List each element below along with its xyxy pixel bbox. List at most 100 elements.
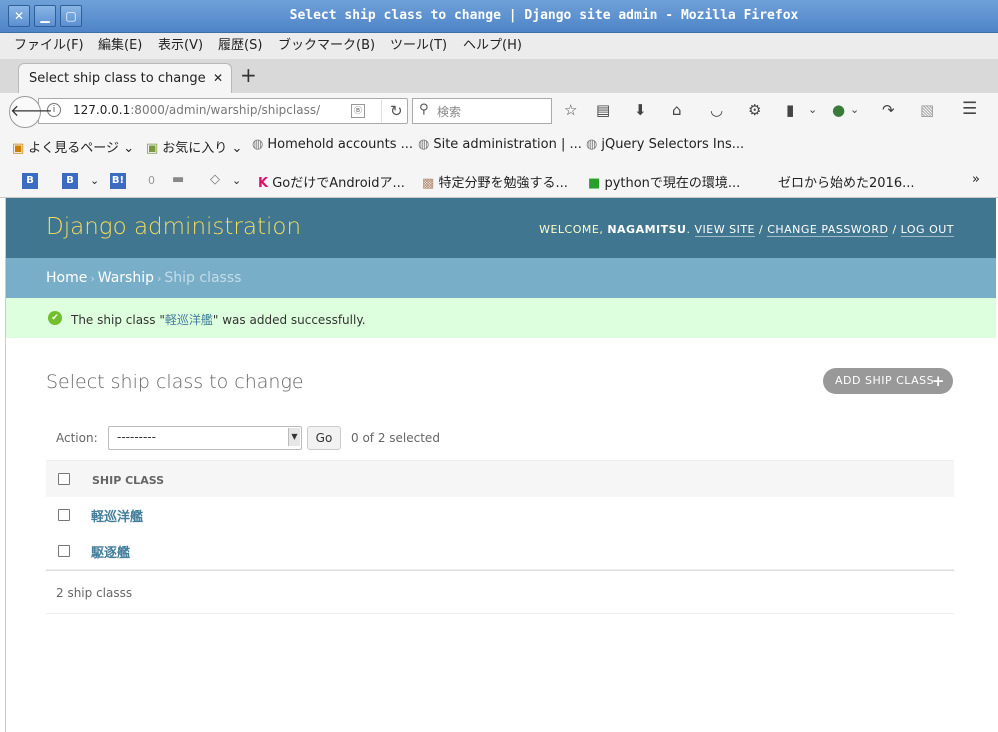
sync-icon[interactable]: ↷: [882, 101, 895, 119]
chevron-down-icon[interactable]: ⌄: [90, 174, 99, 187]
add-ship-class-button[interactable]: ADD SHIP CLASS +: [823, 368, 953, 394]
success-check-icon: ✔: [48, 311, 62, 325]
bookmarks-toolbar: ▣ よく見るページ ⌄ ▣ お気に入り ⌄ ◍ Homehold accounts .…: [0, 129, 998, 163]
add-button-label: ADD SHIP CLASS: [835, 374, 935, 387]
table-row: 軽巡洋艦: [46, 497, 954, 534]
user-tools: WELCOME, NAGAMITSU. VIEW SITE / CHANGE P…: [539, 223, 954, 237]
search-input[interactable]: ⚲ 検索: [412, 98, 552, 124]
bookmark-go-android[interactable]: K GoだけでAndroidア...: [258, 172, 405, 191]
comment-icon[interactable]: ▬: [172, 172, 184, 187]
folder-icon: ▣: [12, 141, 25, 156]
bookmark-study[interactable]: ▩ 特定分野を勉強する...: [422, 172, 568, 191]
select-all-checkbox[interactable]: [58, 473, 70, 485]
menu-tools[interactable]: ツール(T): [390, 33, 447, 59]
breadcrumb-app[interactable]: Warship: [98, 270, 154, 286]
search-placeholder: 検索: [437, 105, 462, 119]
search-icon: ⚲: [419, 102, 429, 117]
select-arrow-icon: ▼: [288, 428, 300, 446]
window-minimize-icon[interactable]: ▁: [34, 5, 56, 27]
breadcrumb-home[interactable]: Home: [46, 270, 87, 286]
chevron-down-icon[interactable]: ⌄: [850, 103, 859, 116]
extension-icon[interactable]: ⚙: [748, 101, 761, 119]
home-icon[interactable]: ⌂: [672, 101, 682, 119]
django-header: Django administration WELCOME, NAGAMITSU…: [6, 198, 996, 258]
pocket-icon[interactable]: ◡: [710, 101, 723, 119]
tab-active[interactable]: Select ship class to change | Django sit…: [18, 63, 232, 94]
tag-icon[interactable]: ◇: [210, 172, 220, 187]
table-row: 駆逐艦: [46, 533, 954, 570]
site-branding[interactable]: Django administration: [46, 214, 301, 240]
new-tab-icon[interactable]: +: [240, 63, 257, 87]
result-count: 2 ship classs: [56, 586, 133, 600]
chevron-down-icon[interactable]: ⌄: [232, 174, 241, 187]
go-button[interactable]: Go: [307, 426, 341, 450]
tab-label: Select ship class to change | Django sit…: [29, 71, 207, 86]
bookmark-household[interactable]: ◍ Homehold accounts ...: [252, 137, 413, 152]
window-titlebar: ✕ ▁ ▢ Select ship class to change | Djan…: [0, 0, 998, 33]
hatena-count: 0: [148, 174, 155, 187]
menu-history[interactable]: 履歴(S): [218, 33, 262, 59]
bookmark-favorites[interactable]: ▣ お気に入り ⌄: [146, 137, 242, 156]
window-maximize-icon[interactable]: ▢: [60, 5, 82, 27]
menu-view[interactable]: 表示(V): [158, 33, 203, 59]
message-object-link[interactable]: 軽巡洋艦: [165, 313, 213, 327]
bookmark-python[interactable]: ■ pythonで現在の環境...: [588, 172, 740, 191]
extension-toolbar: B B ⌄ B! 0 ▬ ◇ ⌄ K GoだけでAndroidア... ▩ 特定…: [0, 163, 998, 198]
paginator: 2 ship classs: [46, 570, 954, 614]
hamburger-menu-icon[interactable]: ☰: [962, 99, 977, 119]
change-password-link[interactable]: CHANGE PASSWORD: [767, 223, 889, 237]
action-select[interactable]: --------- ▼: [108, 426, 302, 450]
folder-icon: ▣: [146, 141, 159, 156]
globe-icon: ◍: [252, 137, 264, 152]
breadcrumb-separator: ›: [90, 272, 95, 285]
globe-icon: ◍: [586, 137, 598, 152]
clipboard-icon[interactable]: ▮: [786, 101, 794, 119]
chevron-down-icon: ⌄: [123, 141, 135, 156]
menu-edit[interactable]: 編集(E): [98, 33, 142, 59]
tab-strip: Select ship class to change | Django sit…: [0, 59, 998, 94]
bookmarks-list-icon[interactable]: ▤: [596, 101, 610, 119]
overflow-chevron-icon[interactable]: »: [972, 172, 980, 187]
url-text[interactable]: 127.0.0.1:8000/admin/warship/shipclass/: [73, 103, 320, 117]
username: NAGAMITSU: [607, 223, 687, 236]
breadcrumb-current: Ship classs: [164, 270, 242, 286]
view-site-link[interactable]: VIEW SITE: [694, 223, 755, 237]
reload-icon[interactable]: ↻: [381, 100, 403, 122]
breadcrumb-separator: ›: [156, 272, 162, 285]
reader-view-icon[interactable]: Ⓑ: [351, 104, 365, 118]
hatena-add-icon[interactable]: B: [62, 172, 78, 189]
tab-close-icon[interactable]: ✕: [213, 71, 223, 85]
bookmark-jquery[interactable]: ◍ jQuery Selectors Ins...: [586, 137, 744, 152]
plus-icon: +: [931, 372, 945, 390]
selection-counter: 0 of 2 selected: [351, 431, 440, 445]
row-checkbox[interactable]: [58, 509, 70, 521]
bookmark-star-icon[interactable]: ☆: [564, 101, 577, 119]
downloads-icon[interactable]: ⬇: [634, 101, 647, 119]
bookmark-zero[interactable]: ゼロから始めた2016...: [778, 172, 914, 191]
site-k-icon: K: [258, 176, 269, 191]
column-header-ship-class[interactable]: SHIP CLASS: [92, 474, 164, 487]
menu-bookmarks[interactable]: ブックマーク(B): [278, 33, 375, 59]
window-close-icon[interactable]: ✕: [8, 5, 30, 27]
menu-help[interactable]: ヘルプ(H): [463, 33, 522, 59]
chevron-down-icon[interactable]: ⌄: [808, 103, 817, 116]
back-button[interactable]: 🡐: [9, 96, 53, 128]
hatena-bookmark-icon[interactable]: B!: [110, 172, 126, 189]
site-green-icon: ■: [588, 176, 601, 191]
chevron-down-icon: ⌄: [231, 141, 243, 156]
row-link[interactable]: 軽巡洋艦: [91, 506, 143, 525]
bookmark-site-admin[interactable]: ◍ Site administration | ...: [418, 137, 582, 152]
breadcrumb: Home › Warship › Ship classs: [6, 258, 996, 298]
url-bar[interactable]: i 127.0.0.1:8000/admin/warship/shipclass…: [38, 98, 408, 124]
back-arrow-icon: 🡐: [10, 101, 53, 120]
note-icon[interactable]: ▧: [920, 101, 934, 119]
hatena-icon[interactable]: B: [22, 172, 38, 189]
row-checkbox[interactable]: [58, 545, 70, 557]
page-content: Django administration WELCOME, NAGAMITSU…: [5, 198, 996, 732]
navigation-toolbar: i 127.0.0.1:8000/admin/warship/shipclass…: [0, 93, 998, 129]
log-out-link[interactable]: LOG OUT: [900, 223, 954, 237]
menu-file[interactable]: ファイル(F): [14, 33, 84, 59]
bookmark-most-visited[interactable]: ▣ よく見るページ ⌄: [12, 137, 134, 156]
row-link[interactable]: 駆逐艦: [91, 542, 130, 561]
globe-extension-icon[interactable]: ●: [832, 101, 845, 119]
